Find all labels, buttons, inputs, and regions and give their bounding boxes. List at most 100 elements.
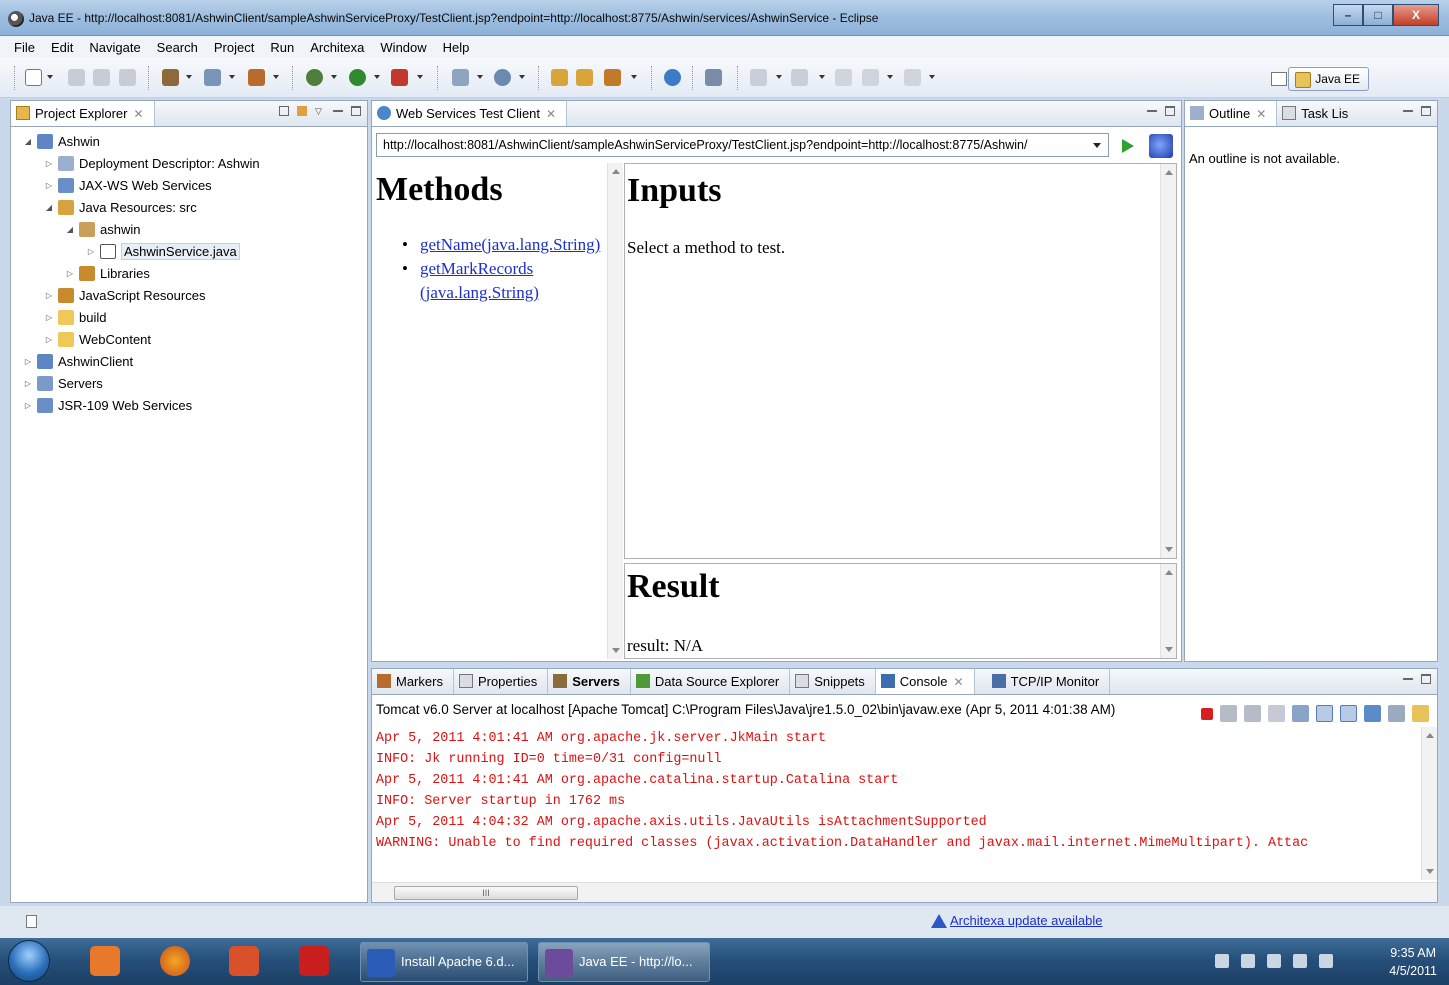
method-link-getmarkrecords[interactable]: getMarkRecords bbox=[420, 259, 533, 279]
tree-node[interactable]: ▷ JavaScript Resources bbox=[44, 285, 205, 305]
tab-web-services-test-client[interactable]: Web Services Test Client ✕ bbox=[372, 101, 568, 126]
menu-run[interactable]: Run bbox=[262, 40, 302, 55]
maximize-view-icon[interactable] bbox=[351, 106, 361, 116]
flag-icon[interactable] bbox=[1241, 954, 1255, 968]
tab-markers[interactable]: Markers bbox=[372, 669, 454, 694]
run-icon[interactable] bbox=[349, 69, 366, 86]
console-horizontal-scrollbar[interactable]: III bbox=[372, 882, 1437, 902]
scroll-lock-icon[interactable] bbox=[1292, 705, 1309, 722]
go-icon[interactable] bbox=[1122, 139, 1134, 153]
forward-icon[interactable] bbox=[904, 69, 921, 86]
show-hidden-icon[interactable] bbox=[1215, 954, 1229, 968]
close-tab-icon[interactable]: ✕ bbox=[954, 675, 964, 689]
new-icon[interactable] bbox=[25, 69, 42, 86]
open-resource-icon[interactable] bbox=[576, 69, 593, 86]
new-class-icon[interactable] bbox=[494, 69, 511, 86]
deploy-icon[interactable] bbox=[248, 69, 265, 86]
scroll-thumb[interactable]: III bbox=[394, 886, 578, 900]
tab-console[interactable]: Console ✕ bbox=[875, 669, 975, 694]
display-icon[interactable] bbox=[1293, 954, 1307, 968]
tab-properties[interactable]: Properties bbox=[454, 669, 549, 694]
class-wizard-icon[interactable] bbox=[204, 69, 221, 86]
minimize-button[interactable]: – bbox=[1333, 4, 1363, 26]
show-stderr-icon[interactable] bbox=[1340, 705, 1357, 722]
close-tab-icon[interactable]: ✕ bbox=[546, 107, 556, 121]
maximize-view-icon[interactable] bbox=[1421, 106, 1431, 116]
back-icon[interactable] bbox=[862, 69, 879, 86]
open-type-icon[interactable] bbox=[551, 69, 568, 86]
display-console-icon[interactable] bbox=[1388, 705, 1405, 722]
acrobat-icon[interactable] bbox=[299, 946, 329, 976]
tab-project-explorer[interactable]: Project Explorer ✕ bbox=[11, 101, 155, 126]
result-scrollbar[interactable] bbox=[1160, 564, 1176, 658]
app-icon[interactable] bbox=[229, 946, 259, 976]
view-menu-icon[interactable]: ▽ bbox=[315, 106, 325, 116]
save-icon[interactable] bbox=[68, 69, 85, 86]
link-editor-icon[interactable] bbox=[297, 106, 307, 116]
tree-node[interactable]: ◢ ashwin bbox=[65, 219, 140, 239]
web-services-icon[interactable] bbox=[1149, 134, 1173, 158]
pin-console-icon[interactable] bbox=[1364, 705, 1381, 722]
save-all-icon[interactable] bbox=[93, 69, 110, 86]
tree-node[interactable]: ▷ Servers bbox=[23, 373, 103, 393]
tab-servers[interactable]: Servers bbox=[548, 669, 631, 694]
remove-all-icon[interactable] bbox=[1244, 705, 1261, 722]
globe-icon[interactable] bbox=[664, 69, 681, 86]
perspective-java-ee[interactable]: Java EE bbox=[1288, 67, 1369, 91]
inputs-scrollbar[interactable] bbox=[1160, 164, 1176, 558]
taskbar-word-button[interactable]: Install Apache 6.d... bbox=[360, 942, 528, 982]
menu-search[interactable]: Search bbox=[149, 40, 206, 55]
method-link-getmarkrecords-params[interactable]: (java.lang.String) bbox=[420, 283, 539, 303]
tab-tcpip-monitor[interactable]: TCP/IP Monitor bbox=[987, 669, 1111, 694]
method-link-getname[interactable]: getName(java.lang.String) bbox=[420, 235, 600, 255]
remove-launch-icon[interactable] bbox=[1220, 705, 1237, 722]
maximize-view-icon[interactable] bbox=[1165, 106, 1175, 116]
maximize-button[interactable]: □ bbox=[1363, 4, 1393, 26]
tree-node[interactable]: ▷ JAX-WS Web Services bbox=[44, 175, 212, 195]
tree-node[interactable]: ▷ Deployment Descriptor: Ashwin bbox=[44, 153, 260, 173]
methods-scrollbar[interactable] bbox=[607, 163, 623, 659]
console-output[interactable]: Apr 5, 2011 4:01:41 AM org.apache.jk.ser… bbox=[372, 727, 1437, 880]
architexa-icon[interactable] bbox=[705, 69, 722, 86]
maximize-view-icon[interactable] bbox=[1421, 674, 1431, 684]
tree-node[interactable]: ▷ Libraries bbox=[65, 263, 150, 283]
close-button[interactable]: X bbox=[1393, 4, 1439, 26]
outlook-icon[interactable] bbox=[90, 946, 120, 976]
menu-help[interactable]: Help bbox=[435, 40, 478, 55]
tree-node[interactable]: ◢ Ashwin bbox=[23, 131, 100, 151]
tree-node[interactable]: ▷ WebContent bbox=[44, 329, 151, 349]
fast-view-icon[interactable] bbox=[26, 915, 37, 928]
tree-node[interactable]: ▷ AshwinService.java bbox=[86, 241, 240, 261]
open-console-icon[interactable] bbox=[1412, 705, 1429, 722]
menu-architexa[interactable]: Architexa bbox=[302, 40, 372, 55]
network-icon[interactable] bbox=[1267, 954, 1281, 968]
open-perspective-icon[interactable] bbox=[1271, 72, 1287, 86]
tab-data-source-explorer[interactable]: Data Source Explorer bbox=[631, 669, 791, 694]
show-stdout-icon[interactable] bbox=[1316, 705, 1333, 722]
close-tab-icon[interactable]: ✕ bbox=[1256, 107, 1266, 121]
console-vertical-scrollbar[interactable] bbox=[1421, 727, 1437, 880]
menu-file[interactable]: File bbox=[6, 40, 43, 55]
taskbar-eclipse-button[interactable]: Java EE - http://lo... bbox=[538, 942, 710, 982]
tree-node[interactable]: ◢ Java Resources: src bbox=[44, 197, 197, 217]
menu-window[interactable]: Window bbox=[372, 40, 434, 55]
last-edit-icon[interactable] bbox=[835, 69, 852, 86]
server-icon[interactable] bbox=[162, 69, 179, 86]
collapse-all-icon[interactable] bbox=[279, 106, 289, 116]
volume-icon[interactable] bbox=[1319, 954, 1333, 968]
debug-icon[interactable] bbox=[306, 69, 323, 86]
tree-node[interactable]: ▷ build bbox=[44, 307, 106, 327]
print-icon[interactable] bbox=[119, 69, 136, 86]
tree-node[interactable]: ▷ JSR-109 Web Services bbox=[23, 395, 192, 415]
prev-annotation-icon[interactable] bbox=[791, 69, 808, 86]
terminate-icon[interactable] bbox=[1201, 707, 1213, 720]
clock[interactable]: 9:35 AM 4/5/2011 bbox=[1389, 944, 1437, 980]
menu-project[interactable]: Project bbox=[206, 40, 262, 55]
url-field[interactable]: http://localhost:8081/AshwinClient/sampl… bbox=[376, 133, 1109, 157]
next-annotation-icon[interactable] bbox=[750, 69, 767, 86]
external-tools-icon[interactable] bbox=[391, 69, 408, 86]
tab-snippets[interactable]: Snippets bbox=[790, 669, 876, 694]
tree-node[interactable]: ▷ AshwinClient bbox=[23, 351, 133, 371]
minimize-view-icon[interactable] bbox=[1403, 106, 1413, 112]
close-tab-icon[interactable]: ✕ bbox=[133, 107, 143, 121]
